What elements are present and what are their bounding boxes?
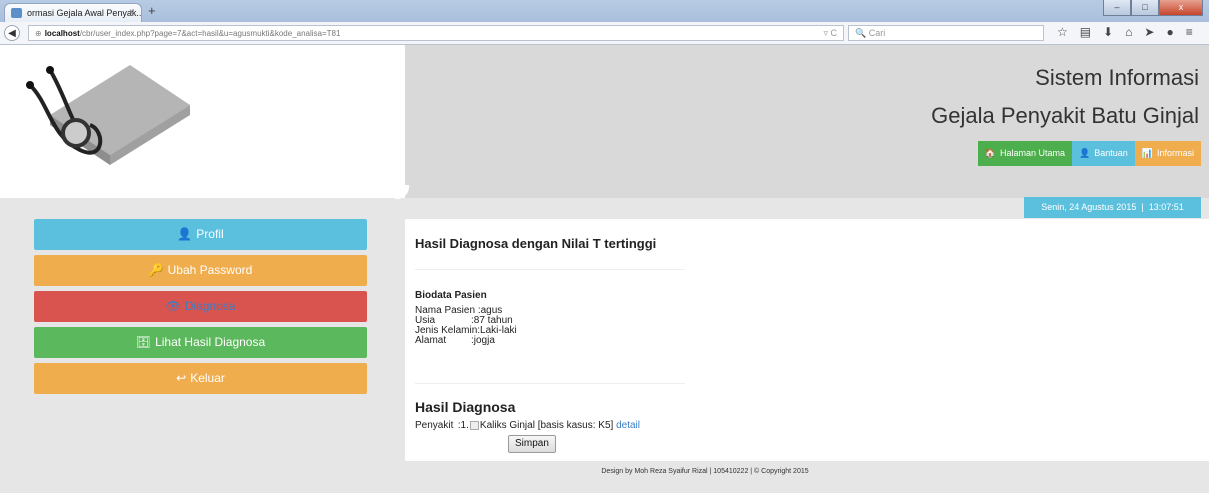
new-tab-button[interactable]: + <box>148 3 156 18</box>
result-checkbox[interactable] <box>469 420 479 430</box>
date-time-bar: Senin, 24 Agustus 2015 | 13:07:51 <box>1024 197 1201 218</box>
bookmarks-list-icon[interactable]: ▤ <box>1080 25 1091 39</box>
url-host: localhost <box>44 29 80 38</box>
sidebar-menu: 👤 Profil 🔑 Ubah Password 👁 Diagnosa 🗄 Lihat … <box>34 219 367 399</box>
window-controls: – □ x <box>1103 0 1203 16</box>
bio-label: Alamat <box>415 335 447 346</box>
penyakit-value: Kaliks Ginjal [basis kasus: K5] <box>479 420 614 431</box>
nav-info-button[interactable]: 📊 Informasi <box>1134 141 1201 166</box>
date-separator: | <box>1141 202 1144 212</box>
tab-close-icon[interactable]: × <box>129 7 135 18</box>
site-title: Sistem Informasi <box>1035 65 1199 90</box>
diagnosis-result: Penyakit :1. Kaliks Ginjal [basis kasus: … <box>415 420 640 431</box>
divider <box>415 383 685 384</box>
header-banner: Sistem Informasi Gejala Penyakit Batu Gi… <box>405 45 1209 198</box>
diagnosis-icon: 👁 <box>165 299 181 313</box>
logout-icon: ↩ <box>176 371 187 385</box>
bio-value: :jogja <box>471 335 495 346</box>
hasil-heading: Hasil Diagnosa <box>415 399 516 415</box>
database-icon: 🗄 <box>135 335 152 349</box>
search-icon: 🔍 <box>855 28 867 38</box>
info-icon: 📊 <box>1141 148 1153 158</box>
sidebar-item-label: Profil <box>196 227 224 241</box>
biodata-heading: Biodata Pasien <box>415 290 487 301</box>
favicon-icon <box>11 8 22 18</box>
header-logo-area <box>0 45 405 198</box>
sidebar-item-label: Ubah Password <box>167 263 253 277</box>
user-icon: 👤 <box>177 227 193 241</box>
main-content: Hasil Diagnosa dengan Nilai T tertinggi … <box>405 219 1209 461</box>
browser-navbar: ◀ ⊕ localhost/cbr/user_index.php?page=7&a… <box>0 22 1209 45</box>
footer-text: Design by Moh Reza Syaifur Rizal | 10541… <box>601 468 809 475</box>
minimize-button[interactable]: – <box>1103 0 1131 16</box>
address-bar[interactable]: ⊕ localhost/cbr/user_index.php?page=7&act… <box>28 25 844 41</box>
browser-toolbar: ☆ ▤ ⬇ ⌂ ➤ ● ≡ <box>1057 25 1193 39</box>
top-nav: 🏠 Halaman Utama 👤 Bantuan 📊 Informasi <box>977 141 1201 166</box>
tab-title: ormasi Gejala Awal Penyak... <box>27 8 142 18</box>
sidebar-item-lihat-hasil[interactable]: 🗄 Lihat Hasil Diagnosa <box>34 327 367 358</box>
nav-help-label: Bantuan <box>1094 148 1128 158</box>
close-window-button[interactable]: x <box>1159 0 1203 16</box>
sidebar-item-ubah-password[interactable]: 🔑 Ubah Password <box>34 255 367 286</box>
sidebar-item-profil[interactable]: 👤 Profil <box>34 219 367 250</box>
time-text: 13:07:51 <box>1148 202 1184 212</box>
nav-help-button[interactable]: 👤 Bantuan <box>1072 141 1135 166</box>
browser-tab[interactable]: ormasi Gejala Awal Penyak... × <box>4 3 142 22</box>
penyakit-prefix: :1. <box>457 420 469 431</box>
nav-home-button[interactable]: 🏠 Halaman Utama <box>977 141 1073 166</box>
browser-tabbar: ormasi Gejala Awal Penyak... × + – □ x <box>0 0 1209 22</box>
house-icon: 🏠 <box>984 148 996 158</box>
sidebar-item-label: Lihat Hasil Diagnosa <box>155 335 266 349</box>
date-text: Senin, 24 Agustus 2015 <box>1041 202 1137 212</box>
globe-icon: ⊕ <box>35 29 42 38</box>
home-icon[interactable]: ⌂ <box>1125 25 1132 39</box>
bookmark-star-icon[interactable]: ☆ <box>1057 25 1068 39</box>
search-placeholder: Cari <box>868 28 886 38</box>
reload-icon[interactable]: ▿ C <box>823 28 837 39</box>
maximize-button[interactable]: □ <box>1131 0 1159 16</box>
nav-home-label: Halaman Utama <box>999 148 1066 158</box>
back-button[interactable]: ◀ <box>4 25 20 41</box>
divider <box>415 269 685 270</box>
key-icon: 🔑 <box>148 263 164 277</box>
url-path: /cbr/user_index.php?page=7&act=hasil&u=a… <box>79 29 341 38</box>
page-title: Hasil Diagnosa dengan Nilai T tertinggi <box>415 236 657 251</box>
send-icon[interactable]: ➤ <box>1144 25 1154 39</box>
person-icon: 👤 <box>1079 148 1091 158</box>
stethoscope-logo-icon <box>26 65 190 165</box>
sidebar-item-label: Keluar <box>190 371 225 385</box>
menu-icon[interactable]: ≡ <box>1186 25 1193 39</box>
penyakit-label: Penyakit <box>415 420 454 431</box>
search-input[interactable]: 🔍 Cari <box>848 25 1044 41</box>
sidebar-item-keluar[interactable]: ↩ Keluar <box>34 363 367 394</box>
back-arrow-icon: ◀ <box>8 28 16 39</box>
nav-info-label: Informasi <box>1156 148 1194 158</box>
detail-link[interactable]: detail <box>616 420 640 431</box>
save-button[interactable]: Simpan <box>508 435 556 453</box>
sidebar-item-label: Diagnosa <box>184 299 236 313</box>
biodata-list: Nama Pasien :agus Usia:87 tahun Jenis Ke… <box>415 306 517 346</box>
site-subtitle: Gejala Penyakit Batu Ginjal <box>931 103 1199 128</box>
download-icon[interactable]: ⬇ <box>1103 25 1113 39</box>
sidebar-item-diagnosa[interactable]: 👁 Diagnosa <box>34 291 367 322</box>
chat-icon[interactable]: ● <box>1166 25 1173 39</box>
bio-row-alamat: Alamat :jogja <box>415 336 517 346</box>
